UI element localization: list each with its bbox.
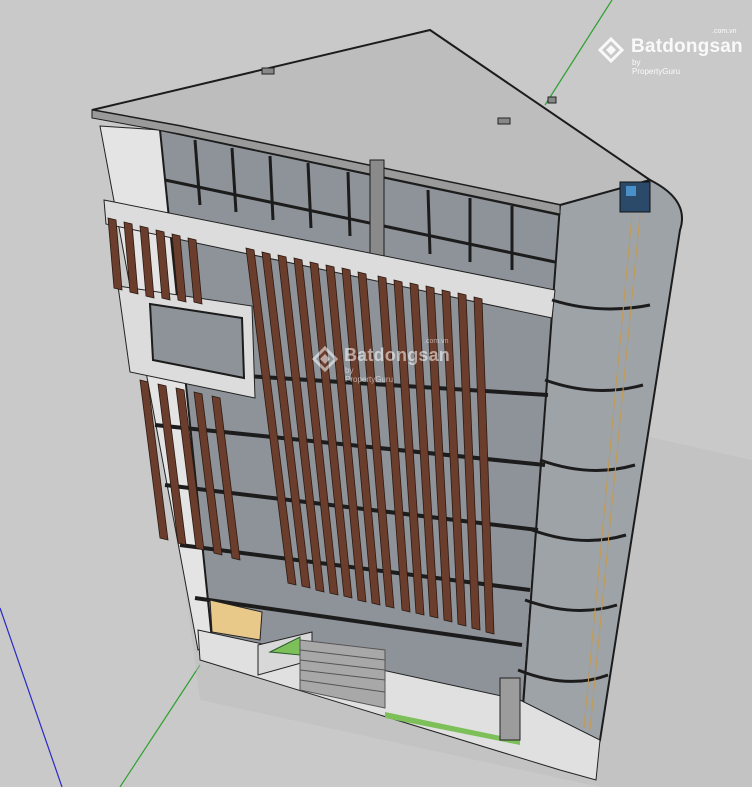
building-3d-model-scene [0, 0, 752, 787]
watermark-brand: Batdongsan [631, 36, 743, 57]
watermark-tld: .com.vn [424, 338, 449, 345]
roof-skylight [497, 117, 511, 125]
batdongsan-logo-icon [598, 37, 624, 63]
batdongsan-logo-icon [312, 346, 338, 372]
roof-skylight [261, 67, 275, 75]
stone-pillar [499, 677, 521, 741]
watermark-tld: .com.vn [712, 28, 737, 35]
roof-skylight [547, 96, 557, 104]
watermark-byline: by PropertyGuru [345, 366, 394, 384]
elevator-machinery [619, 181, 651, 213]
roof-column [369, 159, 385, 261]
watermark-byline: by PropertyGuru [632, 58, 681, 76]
watermark-brand: Batdongsan [344, 345, 451, 365]
